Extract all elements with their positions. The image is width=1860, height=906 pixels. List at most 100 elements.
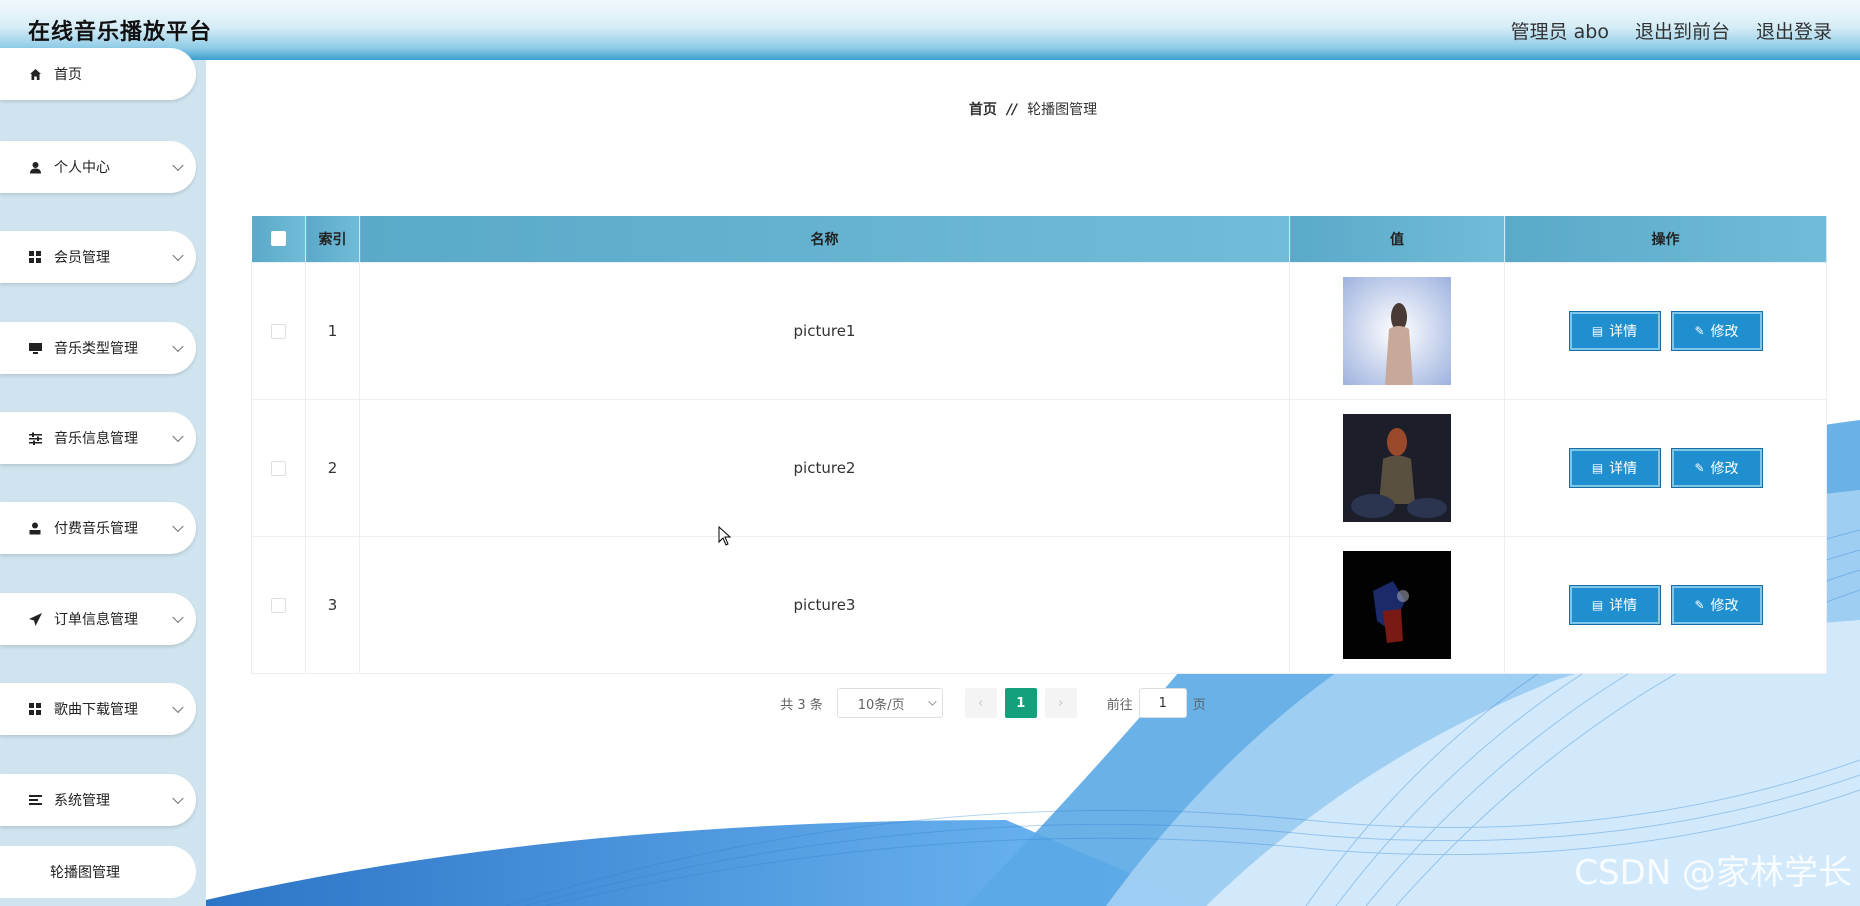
col-header-index: 索引 [305, 216, 360, 262]
chevron-down-icon [172, 611, 184, 624]
sliders-icon [28, 431, 42, 445]
sidebar-item-label: 歌曲下载管理 [54, 702, 138, 718]
edit-button[interactable]: ✎ 修改 [1671, 585, 1762, 624]
table-row: 3 picture3 ▤ 详情 ✎ 修改 [251, 535, 1827, 674]
edit-button[interactable]: ✎ 修改 [1671, 448, 1762, 487]
chevron-down-icon [172, 701, 184, 714]
chevron-down-icon [172, 792, 184, 805]
row-value-cell [1289, 535, 1505, 674]
chevron-down-icon [927, 697, 937, 706]
breadcrumb-home[interactable]: 首页 [969, 102, 997, 118]
sidebar-item-order-info[interactable]: 订单信息管理 [0, 593, 196, 645]
next-page-button[interactable]: › [1044, 688, 1077, 718]
row-index: 2 [305, 398, 360, 537]
menu-icon [28, 793, 42, 807]
chevron-left-icon: ‹ [978, 695, 984, 711]
sidebar-item-song-download[interactable]: 歌曲下载管理 [0, 683, 196, 735]
detail-button-label: 详情 [1609, 460, 1638, 477]
row-value-cell [1289, 398, 1505, 537]
table-row: 2 picture2 ▤ 详情 ✎ 修改 [251, 398, 1827, 537]
sidebar-item-label: 音乐类型管理 [54, 341, 138, 357]
row-actions: ▤ 详情 ✎ 修改 [1504, 261, 1827, 400]
sidebar-item-personal-center[interactable]: 个人中心 [0, 141, 196, 193]
chevron-down-icon [172, 249, 184, 262]
sidebar-item-label: 会员管理 [54, 250, 110, 266]
send-icon [28, 612, 42, 626]
document-icon: ▤ [1591, 323, 1604, 338]
sidebar-item-paid-music[interactable]: 付费音乐管理 [0, 502, 196, 554]
page-number-current[interactable]: 1 [1004, 688, 1037, 718]
sidebar-subitem-label: 轮播图管理 [50, 865, 120, 881]
select-all-cell [251, 216, 306, 262]
row-name: picture3 [359, 535, 1290, 674]
main-content: 首页 // 轮播图管理 索引 名称 值 操作 1 picture1 ▤ 详情 ✎ 修… [206, 60, 1860, 906]
row-checkbox[interactable] [271, 597, 286, 613]
detail-button[interactable]: ▤ 详情 [1569, 311, 1660, 350]
mouse-cursor-icon [718, 526, 732, 546]
goto-page-input[interactable]: 1 [1138, 688, 1187, 718]
sidebar-item-label: 个人中心 [54, 160, 110, 176]
chevron-down-icon [172, 340, 184, 353]
detail-button[interactable]: ▤ 详情 [1569, 585, 1660, 624]
sidebar-item-system-management[interactable]: 系统管理 [0, 774, 196, 826]
sidebar: 首页 个人中心 会员管理 音乐类型管理 音乐信息管理 付费音乐管理 订单信息管理… [0, 48, 206, 906]
sidebar-item-music-info[interactable]: 音乐信息管理 [0, 412, 196, 464]
carousel-image-thumbnail [1343, 550, 1451, 659]
row-index: 3 [305, 535, 360, 674]
home-icon [28, 67, 42, 81]
row-checkbox[interactable] [271, 323, 286, 339]
chevron-right-icon: › [1058, 695, 1064, 711]
table-row: 1 picture1 ▤ 详情 ✎ 修改 [251, 261, 1827, 400]
detail-button-label: 详情 [1609, 597, 1638, 614]
row-name: picture2 [359, 398, 1290, 537]
watermark: CSDN @家林学长 [1574, 853, 1852, 893]
breadcrumb-separator: // [1006, 102, 1018, 118]
edit-icon: ✎ [1694, 597, 1705, 612]
app-title: 在线音乐播放平台 [28, 20, 213, 45]
edit-icon: ✎ [1694, 323, 1705, 338]
page-size-select[interactable]: 10条/页 [836, 688, 943, 718]
chevron-down-icon [172, 520, 184, 533]
row-name: picture1 [359, 261, 1290, 400]
edit-button-label: 修改 [1710, 323, 1739, 340]
logout-link[interactable]: 退出登录 [1756, 17, 1832, 44]
detail-button-label: 详情 [1609, 323, 1638, 340]
pagination: 共 3 条 10条/页 ‹ 1 › 前往 1 页 [206, 688, 1860, 718]
sidebar-item-music-type[interactable]: 音乐类型管理 [0, 322, 196, 374]
grid-icon [28, 250, 42, 264]
sidebar-item-member-management[interactable]: 会员管理 [0, 231, 196, 283]
col-header-value: 值 [1289, 216, 1505, 262]
goto-prefix: 前往 [1106, 697, 1133, 713]
breadcrumb-current: 轮播图管理 [1027, 102, 1098, 118]
back-to-front-link[interactable]: 退出到前台 [1635, 17, 1730, 44]
top-header: 在线音乐播放平台 管理员 abo 退出到前台 退出登录 [0, 0, 1860, 60]
chevron-down-icon [172, 430, 184, 443]
table-header-row: 索引 名称 值 操作 [251, 216, 1827, 262]
monitor-icon [28, 341, 42, 355]
col-header-name: 名称 [359, 216, 1290, 262]
carousel-image-thumbnail [1343, 413, 1451, 522]
carousel-table: 索引 名称 值 操作 1 picture1 ▤ 详情 ✎ 修改 2 pictur… [251, 216, 1827, 674]
user-icon [28, 160, 42, 174]
select-all-checkbox[interactable] [270, 231, 286, 247]
page-size-value: 10条/页 [857, 697, 905, 713]
sidebar-item-home[interactable]: 首页 [0, 48, 196, 100]
prev-page-button[interactable]: ‹ [964, 688, 997, 718]
edit-button[interactable]: ✎ 修改 [1671, 311, 1762, 350]
sidebar-item-label: 付费音乐管理 [54, 521, 138, 537]
pagination-total: 共 3 条 [780, 697, 823, 713]
sidebar-item-label: 系统管理 [54, 793, 110, 809]
document-icon: ▤ [1591, 597, 1604, 612]
col-header-action: 操作 [1504, 216, 1827, 262]
row-checkbox[interactable] [271, 460, 286, 476]
sidebar-subitem-carousel[interactable]: 轮播图管理 [0, 846, 196, 898]
admin-user-label[interactable]: 管理员 abo [1511, 17, 1609, 44]
row-value-cell [1289, 261, 1505, 400]
top-links: 管理员 abo 退出到前台 退出登录 [1511, 17, 1832, 44]
user-solid-icon [28, 521, 42, 535]
detail-button[interactable]: ▤ 详情 [1569, 448, 1660, 487]
goto-page: 前往 1 页 [1107, 688, 1206, 718]
carousel-image-thumbnail [1343, 276, 1451, 385]
row-actions: ▤ 详情 ✎ 修改 [1504, 535, 1827, 674]
edit-icon: ✎ [1694, 460, 1705, 475]
